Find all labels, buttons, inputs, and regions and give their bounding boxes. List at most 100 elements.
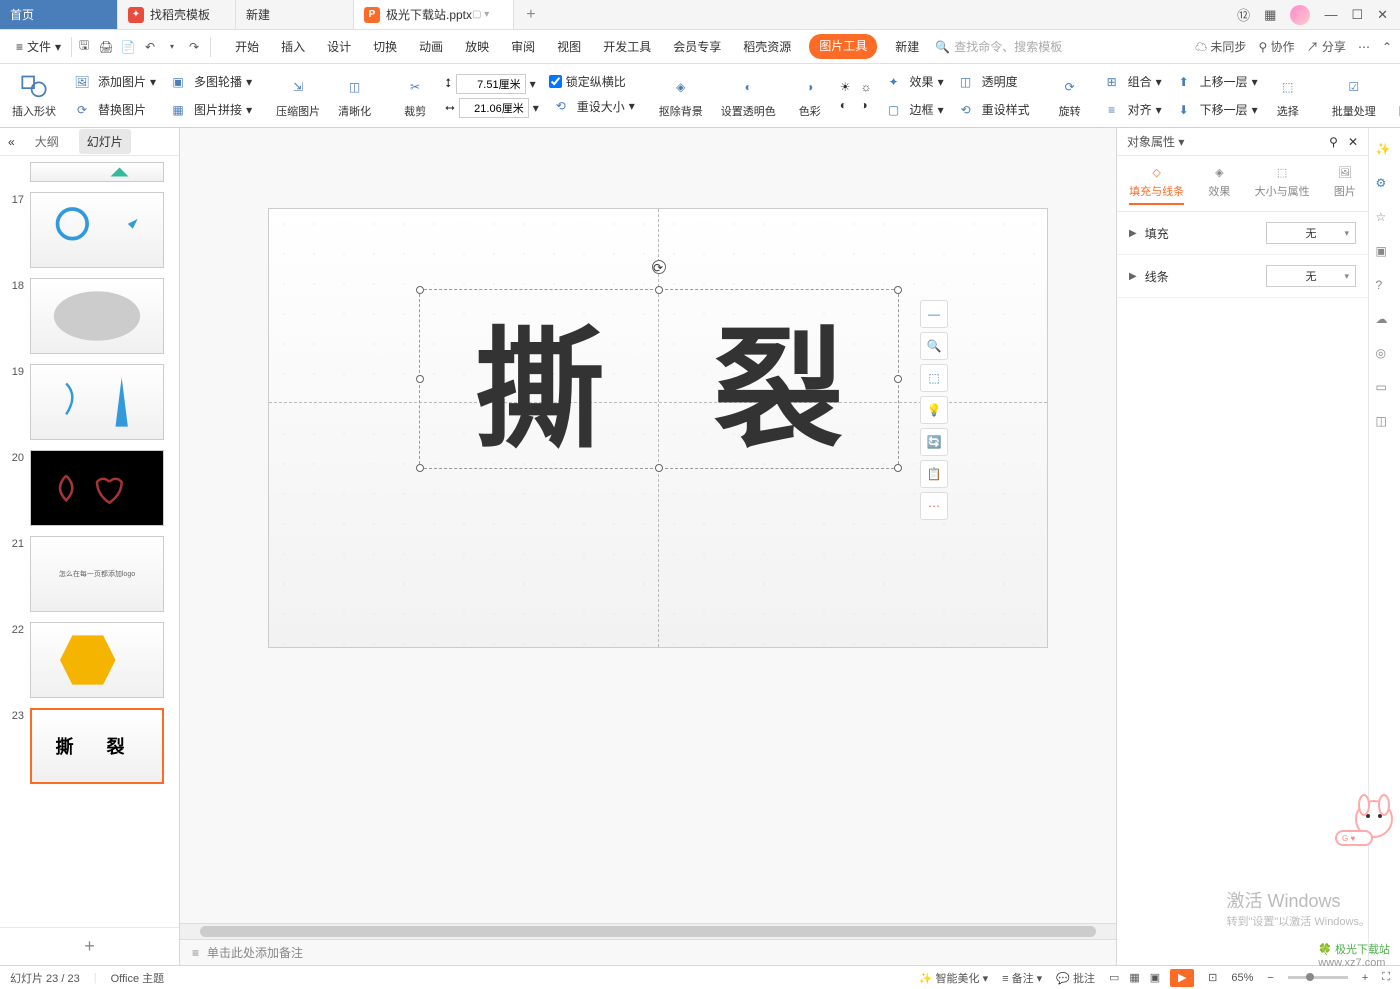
brightness-button[interactable]: ☀ [840,80,851,94]
menu-pic-tools[interactable]: 图片工具 [809,34,877,59]
line-select[interactable]: 无 [1266,265,1356,287]
insert-shape-group[interactable]: 插入形状 [8,73,60,119]
zoom-slider[interactable] [1288,976,1348,979]
rail-location-icon[interactable]: ◎ [1376,346,1394,364]
qa-undo-drop[interactable]: ▾ [162,37,182,57]
rail-help-icon[interactable]: ? [1376,278,1394,296]
handle-bm[interactable] [655,464,663,472]
image-join-button[interactable]: ▦图片拼接 ▾ [166,98,252,122]
float-extract-icon[interactable]: 📋 [920,460,948,488]
thumb-20[interactable] [30,450,164,526]
sharpen-button[interactable]: ◫清晰化 [334,73,375,119]
menu-dev[interactable]: 开发工具 [599,34,655,59]
replace-image-button[interactable]: ⟳替换图片 [70,98,156,122]
tab-template[interactable]: ✦找稻壳模板 [118,0,236,29]
h-scrollbar[interactable] [180,923,1116,939]
down-layer-button[interactable]: ⬇下移一层 ▾ [1172,98,1258,122]
menu-member[interactable]: 会员专享 [669,34,725,59]
h-scroll-thumb[interactable] [200,926,1096,937]
menu-more[interactable]: ⋯ [1358,40,1370,54]
maximize-button[interactable]: ☐ [1351,7,1363,23]
outline-tab[interactable]: 大纲 [27,129,67,154]
zoom-out-button[interactable]: − [1267,972,1273,984]
fit-button[interactable]: ⊡ [1208,971,1217,984]
menu-review[interactable]: 审阅 [507,34,539,59]
qa-save-icon[interactable]: 🖫 [74,37,94,57]
group-button[interactable]: ⊞组合 ▾ [1100,70,1162,94]
add-slide-button[interactable]: + [0,927,179,965]
menu-transition[interactable]: 切换 [369,34,401,59]
slides-tab[interactable]: 幻灯片 [79,129,131,154]
props-pin-icon[interactable]: ⚲ [1329,135,1338,149]
handle-bl[interactable] [416,464,424,472]
menu-start[interactable]: 开始 [231,34,263,59]
thumb-18[interactable] [30,278,164,354]
remove-bg-button[interactable]: ◈抠除背景 [655,73,707,119]
menu-collapse[interactable]: ⌃ [1382,40,1392,54]
slide[interactable]: ⟳ 撕 裂 — 🔍 ⬚ 💡 🔄 [268,208,1048,648]
handle-br[interactable] [894,464,902,472]
file-menu[interactable]: ≡ 文件 ▾ [8,34,69,59]
transparency-button[interactable]: ◫透明度 [954,70,1030,94]
view-reading-icon[interactable]: ▣ [1150,971,1160,984]
float-convert-icon[interactable]: 🔄 [920,428,948,456]
share-button[interactable]: ↗ 分享 [1307,38,1346,55]
rail-layers-icon[interactable]: ▣ [1376,244,1394,262]
zoom-level[interactable]: 65% [1231,972,1253,984]
reset-size-button[interactable]: ⟲重设大小 ▾ [549,94,635,118]
preset1-button[interactable]: ☼ [861,80,872,94]
menu-insert[interactable]: 插入 [277,34,309,59]
notes-toggle[interactable]: ≡ 备注 ▾ [1002,970,1042,986]
rotate-handle[interactable]: ⟳ [652,260,666,274]
props-close-icon[interactable]: ✕ [1348,135,1358,149]
thumb-17[interactable] [30,192,164,268]
props-tab-picture[interactable]: 🖼图片 [1334,166,1356,205]
rail-ai-icon[interactable]: ✨ [1376,142,1394,160]
rail-star-icon[interactable]: ☆ [1376,210,1394,228]
zoom-in-button[interactable]: + [1362,972,1368,984]
contrast-button[interactable]: ◐ [840,98,851,112]
lock-ratio-checkbox[interactable] [549,75,562,88]
qa-redo-icon[interactable]: ↷ [184,37,204,57]
menu-view[interactable]: 视图 [553,34,585,59]
selected-object[interactable]: ⟳ 撕 裂 — 🔍 ⬚ 💡 🔄 [419,289,899,469]
menu-design[interactable]: 设计 [323,34,355,59]
menu-slideshow[interactable]: 放映 [461,34,493,59]
float-crop-icon[interactable]: ⬚ [920,364,948,392]
line-section[interactable]: ▶ 线条 无 [1117,255,1368,298]
fill-select[interactable]: 无 [1266,222,1356,244]
up-layer-button[interactable]: ⬆上移一层 ▾ [1172,70,1258,94]
preset2-button[interactable]: ◑ [861,98,872,112]
rail-settings-icon[interactable]: ⚙ [1376,176,1394,194]
float-minus[interactable]: — [920,300,948,328]
float-zoom-icon[interactable]: 🔍 [920,332,948,360]
select-button[interactable]: ⬚选择 [1268,73,1308,119]
handle-tl[interactable] [416,286,424,294]
tab-document[interactable]: P极光下载站.pptx▢ ▾ [354,0,514,29]
play-button[interactable]: ▶ [1170,969,1194,987]
thumb-16[interactable] [30,162,164,182]
thumb-list[interactable]: 17 18 19 20 21怎么在每一页都添加logo 22 23撕 裂 [0,156,179,927]
thumb-21[interactable]: 怎么在每一页都添加logo [30,536,164,612]
props-tab-fill[interactable]: ◇填充与线条 [1129,166,1184,205]
props-tab-effect[interactable]: ◈效果 [1208,166,1230,205]
border-button[interactable]: ▢边框 ▾ [882,98,944,122]
crop-button[interactable]: ✂裁剪 [395,73,435,119]
handle-ml[interactable] [416,375,424,383]
tab-home[interactable]: 首页 [0,0,118,29]
add-image-button[interactable]: 🖼添加图片 ▾ [70,70,156,94]
qa-preview-icon[interactable]: 📄 [118,37,138,57]
rotate-button[interactable]: ⟳旋转 [1050,73,1090,119]
view-sorter-icon[interactable]: ▦ [1129,971,1139,984]
thumb-22[interactable] [30,622,164,698]
add-tab-button[interactable]: + [514,0,547,29]
notes-bar[interactable]: ≡ 单击此处添加备注 [180,939,1116,965]
smart-beauty-button[interactable]: ✨ 智能美化 ▾ [919,970,988,986]
align-button[interactable]: ≡对齐 ▾ [1100,98,1162,122]
multi-outline-button[interactable]: ▣多图轮播 ▾ [166,70,252,94]
minimize-button[interactable]: — [1324,7,1337,22]
float-bulb-icon[interactable]: 💡 [920,396,948,424]
qa-print-icon[interactable]: 🖨 [96,37,116,57]
handle-tr[interactable] [894,286,902,294]
thumb-19[interactable] [30,364,164,440]
